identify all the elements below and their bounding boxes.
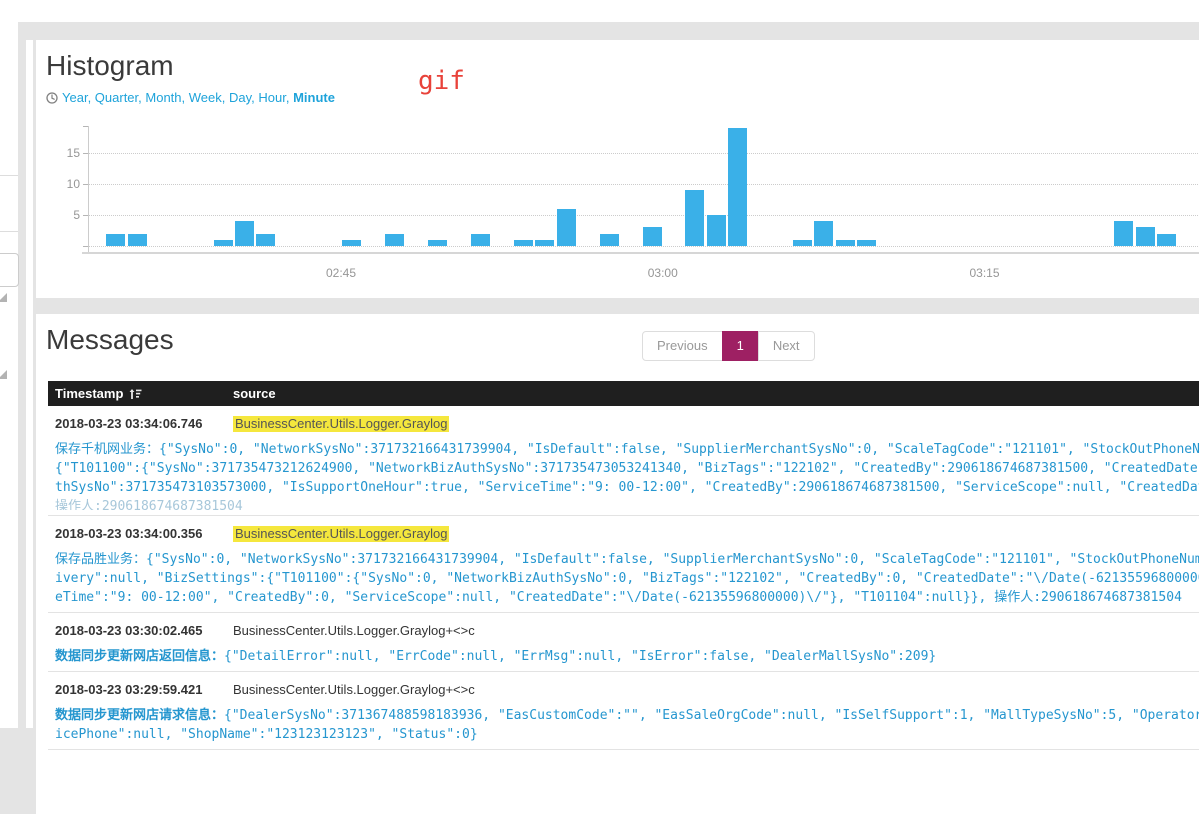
histogram-bar[interactable] bbox=[385, 234, 404, 246]
histogram-bar[interactable] bbox=[836, 240, 855, 246]
histogram-panel: Histogram Year, Quarter, Month, Week, Da… bbox=[36, 40, 1199, 298]
histogram-bar[interactable] bbox=[535, 240, 554, 246]
message-list: 2018-03-23 03:34:06.746BusinessCenter.Ut… bbox=[48, 406, 1199, 750]
histogram-bar[interactable] bbox=[685, 190, 704, 246]
histogram-bar[interactable] bbox=[557, 209, 576, 246]
message-row[interactable]: 2018-03-23 03:34:06.746BusinessCenter.Ut… bbox=[48, 406, 1199, 516]
message-row[interactable]: 2018-03-23 03:30:02.465BusinessCenter.Ut… bbox=[48, 613, 1199, 672]
current-page-button[interactable]: 1 bbox=[722, 331, 759, 361]
histogram-bar[interactable] bbox=[643, 227, 662, 246]
histogram-bar[interactable] bbox=[514, 240, 533, 246]
previous-page-button[interactable]: Previous bbox=[642, 331, 723, 361]
sidebar-edge bbox=[26, 40, 33, 728]
message-timestamp: 2018-03-23 03:34:00.356 bbox=[55, 526, 233, 542]
x-tick-label: 03:00 bbox=[633, 266, 693, 280]
gridline-y-0 bbox=[88, 246, 1199, 247]
sidebar-caret-icon bbox=[0, 370, 7, 379]
histogram-bar[interactable] bbox=[728, 128, 747, 246]
message-text-line: 操作人:290618674687381504 bbox=[55, 497, 1199, 510]
y-tick-label: 15 bbox=[44, 145, 80, 161]
top-strip bbox=[0, 0, 1199, 22]
gridline-y-15 bbox=[88, 153, 1199, 154]
message-text-line: eTime":"9: 00-12:00", "CreatedBy":0, "Se… bbox=[55, 588, 1199, 607]
message-source: BusinessCenter.Utils.Logger.Graylog+<>c bbox=[233, 623, 475, 639]
histogram-bar[interactable] bbox=[857, 240, 876, 246]
histogram-bar[interactable] bbox=[707, 215, 726, 246]
table-header: Timestamp source bbox=[48, 381, 1199, 406]
sidebar-input-fragment[interactable] bbox=[0, 253, 19, 287]
message-source: BusinessCenter.Utils.Logger.Graylog bbox=[233, 526, 449, 542]
sidebar-caret-icon bbox=[0, 293, 7, 302]
histogram-bar[interactable] bbox=[814, 221, 833, 246]
histogram-bar[interactable] bbox=[106, 234, 125, 246]
message-text-line: 保存千机网业务：{"SysNo":0, "NetworkSysNo":37173… bbox=[55, 440, 1199, 459]
message-text-line: {"T101100":{"SysNo":371735473212624900, … bbox=[55, 459, 1199, 478]
histogram-bar[interactable] bbox=[214, 240, 233, 246]
histogram-bar[interactable] bbox=[1157, 234, 1176, 246]
histogram-bar[interactable] bbox=[793, 240, 812, 246]
histogram-bar[interactable] bbox=[235, 221, 254, 246]
x-tick-label: 02:45 bbox=[311, 266, 371, 280]
messages-title: Messages bbox=[46, 322, 174, 358]
message-timestamp: 2018-03-23 03:29:59.421 bbox=[55, 682, 233, 698]
x-tick-label: 03:15 bbox=[955, 266, 1015, 280]
sidebar-fragment bbox=[0, 22, 18, 728]
x-axis bbox=[82, 252, 1199, 254]
y-axis bbox=[88, 126, 89, 254]
message-text-line: 数据同步更新网店请求信息：{"DealerSysNo":371367488598… bbox=[55, 706, 1199, 725]
column-header-source[interactable]: source bbox=[233, 386, 276, 401]
message-row[interactable]: 2018-03-23 03:29:59.421BusinessCenter.Ut… bbox=[48, 672, 1199, 750]
histogram-bar[interactable] bbox=[1114, 221, 1133, 246]
message-text-line: 保存品胜业务：{"SysNo":0, "NetworkSysNo":371732… bbox=[55, 550, 1199, 569]
histogram-bar[interactable] bbox=[471, 234, 490, 246]
histogram-bar[interactable] bbox=[600, 234, 619, 246]
message-text-line: thSysNo":371735473103573000, "IsSupportO… bbox=[55, 478, 1199, 497]
pagination: Previous 1 Next bbox=[642, 331, 815, 361]
message-text-line: 数据同步更新网店返回信息：{"DetailError":null, "ErrCo… bbox=[55, 647, 1199, 666]
sort-icon[interactable] bbox=[129, 388, 142, 400]
message-row[interactable]: 2018-03-23 03:34:00.356BusinessCenter.Ut… bbox=[48, 516, 1199, 613]
histogram-bar[interactable] bbox=[1136, 227, 1155, 246]
sidebar-divider bbox=[0, 231, 18, 232]
histogram-bar[interactable] bbox=[128, 234, 147, 246]
histogram-bar[interactable] bbox=[342, 240, 361, 246]
message-timestamp: 2018-03-23 03:30:02.465 bbox=[55, 623, 233, 639]
messages-panel: Messages Previous 1 Next Timestamp sourc… bbox=[36, 314, 1199, 814]
histogram-bar[interactable] bbox=[256, 234, 275, 246]
message-text-line: ivery":null, "BizSettings":{"T101100":{"… bbox=[55, 569, 1199, 588]
histogram-bar[interactable] bbox=[428, 240, 447, 246]
gridline-y-10 bbox=[88, 184, 1199, 185]
next-page-button[interactable]: Next bbox=[758, 331, 815, 361]
sidebar-divider bbox=[0, 175, 18, 176]
gridline-y-5 bbox=[88, 215, 1199, 216]
histogram-chart: 5 10 15 02:45 03:00 03:15 bbox=[36, 40, 1199, 298]
column-header-timestamp[interactable]: Timestamp bbox=[48, 386, 233, 401]
message-timestamp: 2018-03-23 03:34:06.746 bbox=[55, 416, 233, 432]
message-source: BusinessCenter.Utils.Logger.Graylog+<>c bbox=[233, 682, 475, 698]
y-tick-label: 10 bbox=[44, 176, 80, 192]
message-source: BusinessCenter.Utils.Logger.Graylog bbox=[233, 416, 449, 432]
y-tick-label: 5 bbox=[44, 207, 80, 223]
